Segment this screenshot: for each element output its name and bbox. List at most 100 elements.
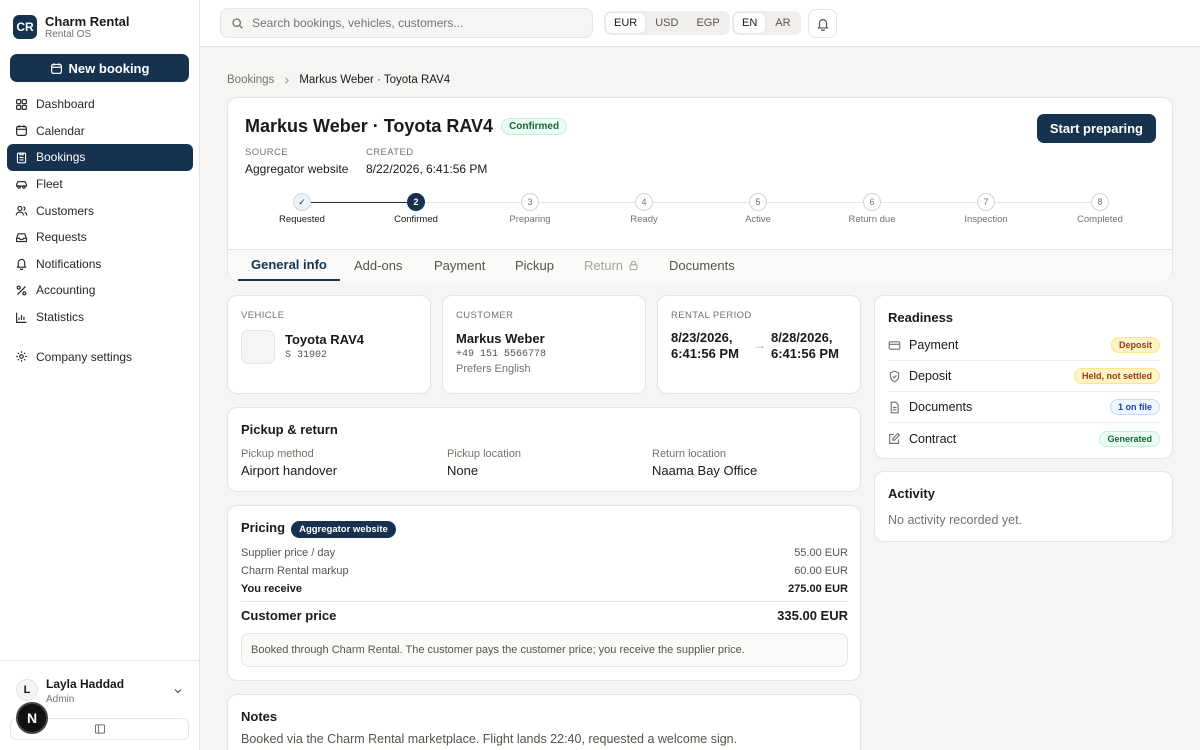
sidebar-item-calendar[interactable]: Calendar (7, 118, 193, 145)
pickup-return-title: Pickup & return (241, 422, 338, 437)
currency-egp[interactable]: EGP (688, 13, 727, 33)
chevron-down-icon[interactable] (172, 685, 184, 697)
sidebar-item-fleet[interactable]: Fleet (7, 171, 193, 198)
step-label: Completed (1077, 214, 1123, 225)
step-label: Return due (848, 214, 896, 225)
sidebar-item-dashboard[interactable]: Dashboard (7, 91, 193, 118)
notes-title: Notes (241, 709, 278, 724)
breadcrumb-current: Markus Weber · Toyota RAV4 (299, 74, 451, 86)
sidebar-item-label: Fleet (36, 177, 63, 192)
search-box[interactable] (220, 8, 593, 38)
new-booking-button[interactable]: New booking (10, 54, 189, 82)
avatar: L (16, 679, 38, 701)
sidebar-item-notifications[interactable]: Notifications (7, 251, 193, 278)
readiness-contract[interactable]: Contract Generated (888, 423, 1160, 454)
card-icon (888, 340, 901, 350)
step-dot: 7 (977, 193, 995, 211)
status-badge: Deposit (1110, 337, 1160, 353)
bell-icon (816, 18, 829, 31)
readiness-label: Payment (909, 338, 959, 352)
customer-price-value: 335.00 EUR (777, 608, 848, 623)
booking-header-card: Markus Weber · Toyota RAV4 Confirmed Sta… (227, 97, 1173, 281)
step-inspection: 7 Inspection (929, 193, 1043, 225)
sidebar-item-label: Dashboard (36, 97, 95, 112)
customer-price-label: Customer price (241, 608, 337, 623)
step-label: Preparing (509, 214, 551, 225)
sidebar-item-bookings[interactable]: Bookings (7, 144, 193, 171)
sidebar-item-customers[interactable]: Customers (7, 197, 193, 224)
sidebar-item-requests[interactable]: Requests (7, 224, 193, 251)
status-badge: Confirmed (501, 118, 568, 135)
clipboard-icon (16, 152, 27, 164)
tab-general-info[interactable]: General info (238, 250, 340, 281)
tab-documents[interactable]: Documents (669, 250, 735, 281)
source-meta: SOURCE Aggregator website (245, 147, 348, 176)
sidebar-item-statistics[interactable]: Statistics (7, 304, 193, 331)
bar-chart-icon (16, 312, 27, 323)
tab-label: Pickup (515, 258, 555, 273)
step-requested: ✓ Requested (245, 193, 359, 225)
sidebar-item-company-settings[interactable]: Company settings (7, 343, 193, 370)
search-icon (232, 17, 243, 29)
tab-payment[interactable]: Payment (434, 250, 485, 281)
step-dot: 4 (635, 193, 653, 211)
price-row: You receive 275.00 EUR (241, 583, 848, 602)
readiness-documents[interactable]: Documents 1 on file (888, 392, 1160, 423)
language-ar[interactable]: AR (767, 13, 798, 33)
rental-period-card: RENTAL PERIOD 8/23/2026, 6:41:56 PM → 8/… (657, 295, 861, 394)
sidebar-item-label: Statistics (36, 310, 85, 325)
rental-end-time: 6:41:56 PM (771, 346, 839, 361)
language-en[interactable]: EN (734, 13, 766, 33)
step-dot: ✓ (293, 193, 311, 211)
tab-label: Payment (434, 258, 486, 273)
readiness-title: Readiness (888, 310, 954, 325)
step-dot: 5 (749, 193, 767, 211)
tab-label: Return (584, 258, 624, 273)
sidebar-item-accounting[interactable]: Accounting (7, 277, 193, 304)
tab-add-ons[interactable]: Add-ons (354, 250, 402, 281)
rental-period-label: RENTAL PERIOD (671, 310, 752, 321)
customer-price-row: Customer price 335.00 EUR (241, 608, 848, 623)
booking-tabs: General info Add-ons Payment Pickup Retu… (228, 249, 1172, 281)
language-switcher: EN AR (732, 11, 801, 35)
brand[interactable]: CR Charm Rental Rental OS (13, 14, 130, 40)
readiness-payment[interactable]: Payment Deposit (888, 330, 1160, 361)
step-dot: 8 (1091, 193, 1109, 211)
step-completed: 8 Completed (1043, 193, 1157, 225)
user-role: Admin (46, 694, 75, 705)
users-icon (15, 206, 28, 216)
rental-end: 8/28/2026, 6:41:56 PM (771, 330, 839, 362)
readiness-label: Deposit (909, 369, 952, 383)
readiness-card: Readiness Payment Deposit Deposit Held, … (874, 295, 1173, 459)
currency-usd[interactable]: USD (647, 13, 686, 33)
price-row-label: Charm Rental markup (241, 565, 349, 577)
start-preparing-button[interactable]: Start preparing (1036, 114, 1156, 143)
floating-assistant-button[interactable]: N (16, 702, 48, 734)
vehicle-card[interactable]: VEHICLE Toyota RAV4 S 31902 (227, 295, 431, 394)
pickup-location: Pickup location None (447, 448, 521, 478)
calendar-icon (16, 125, 27, 137)
pricing-title-row: Pricing Aggregator website (241, 520, 396, 538)
sidebar-item-label: Company settings (36, 349, 133, 364)
customer-card[interactable]: CUSTOMER Markus Weber +49 151 5566778 Pr… (442, 295, 646, 394)
edit-icon (889, 432, 901, 444)
breadcrumb-bookings[interactable]: Bookings (227, 74, 274, 86)
rental-start: 8/23/2026, 6:41:56 PM (671, 330, 739, 362)
tab-pickup[interactable]: Pickup (515, 250, 554, 281)
price-row: Supplier price / day 55.00 EUR (241, 547, 848, 559)
step-active: 5 Active (701, 193, 815, 225)
readiness-deposit[interactable]: Deposit Held, not settled (888, 361, 1160, 392)
activity-card: Activity No activity recorded yet. (874, 471, 1173, 542)
step-label: Confirmed (394, 214, 438, 225)
brand-subtitle: Rental OS (45, 29, 92, 40)
tab-label: Documents (669, 258, 735, 273)
tab-return[interactable]: Return (584, 250, 639, 281)
notifications-button[interactable] (808, 9, 837, 38)
search-input[interactable] (252, 16, 572, 30)
activity-title: Activity (888, 486, 935, 501)
step-return-due: 6 Return due (815, 193, 929, 225)
currency-eur[interactable]: EUR (606, 13, 646, 33)
rental-start-date: 8/23/2026, (671, 330, 733, 345)
currency-switcher: EUR USD EGP (604, 11, 730, 35)
step-label: Active (745, 214, 771, 225)
